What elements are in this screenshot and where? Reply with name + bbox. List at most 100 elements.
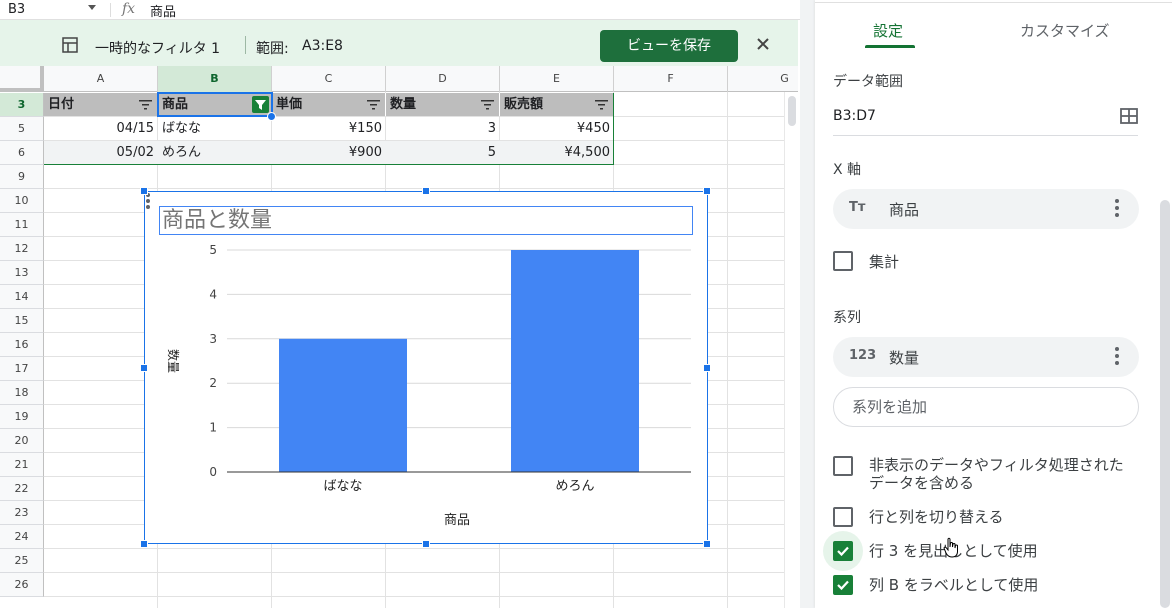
filter-range-border (613, 93, 614, 165)
more-options-icon[interactable] (1115, 347, 1119, 367)
row-header[interactable]: 6 (0, 141, 44, 165)
x-axis-field[interactable]: Tт 商品 (833, 189, 1139, 229)
row-header[interactable]: 21 (0, 453, 44, 477)
text-type-icon: Tт (849, 200, 866, 215)
filter-icon[interactable] (595, 99, 608, 110)
fx-icon: fx (122, 1, 136, 17)
header-cell-quantity[interactable]: 数量 (386, 93, 500, 116)
scrollbar-thumb[interactable] (788, 96, 796, 126)
table-cell[interactable]: 05/02 (44, 141, 158, 164)
table-cell[interactable]: ばなな (158, 117, 272, 140)
series-field[interactable]: 123 数量 (833, 337, 1139, 377)
row-header[interactable]: 13 (0, 261, 44, 285)
row-header[interactable]: 15 (0, 309, 44, 333)
resize-handle[interactable] (422, 540, 430, 548)
tab-customize[interactable]: カスタマイズ (1020, 20, 1110, 46)
resize-handle[interactable] (140, 540, 148, 548)
column-header-e[interactable]: E (500, 66, 614, 92)
row-header[interactable]: 19 (0, 405, 44, 429)
resize-handle[interactable] (140, 187, 148, 195)
resize-handle[interactable] (422, 187, 430, 195)
data-range-field[interactable]: B3:D7 (833, 100, 1138, 136)
row-header[interactable]: 12 (0, 237, 44, 261)
header-cell-date[interactable]: 日付 (44, 93, 158, 116)
row-header[interactable]: 16 (0, 333, 44, 357)
series-value: 数量 (889, 349, 920, 367)
divider (815, 0, 1172, 3)
spreadsheet-window: B3 fx 商品 一時的なフィルタ 1 範囲: A3:E8 ビューを保存 A B… (0, 0, 1172, 608)
header-cell-price[interactable]: 単価 (272, 93, 386, 116)
row-header[interactable]: 26 (0, 573, 44, 597)
formula-input[interactable]: 商品 (150, 1, 176, 20)
more-options-icon[interactable] (1115, 199, 1119, 219)
table-cell[interactable]: 3 (386, 117, 500, 140)
filter-view-bar: 一時的なフィルタ 1 範囲: A3:E8 ビューを保存 (0, 20, 798, 66)
column-header-b[interactable]: B (158, 66, 272, 92)
bar (279, 338, 407, 472)
chart[interactable]: 商品と数量 0 1 2 3 4 5 ばなな めろん 商品 数量 (144, 191, 708, 544)
tab-indicator (865, 45, 915, 48)
filter-icon[interactable] (139, 99, 152, 110)
row-header[interactable]: 22 (0, 477, 44, 501)
table-cell[interactable]: 04/15 (44, 117, 158, 140)
column-header-d[interactable]: D (386, 66, 500, 92)
gridline (44, 188, 784, 189)
include-hidden-checkbox[interactable] (833, 456, 853, 476)
column-header-c[interactable]: C (272, 66, 386, 92)
row-header[interactable]: 18 (0, 381, 44, 405)
switch-rows-columns-checkbox[interactable] (833, 507, 853, 527)
range-label: 範囲: (256, 41, 289, 57)
row-header[interactable]: 25 (0, 549, 44, 573)
filter-view-name[interactable]: 一時的なフィルタ 1 (95, 38, 220, 58)
gridline (44, 596, 784, 597)
select-all-corner[interactable] (0, 66, 44, 92)
chevron-down-icon[interactable] (88, 5, 96, 10)
table-cell[interactable]: めろん (158, 141, 272, 164)
filter-range[interactable]: A3:E8 (302, 38, 343, 54)
grid-scrollbar[interactable] (784, 92, 798, 608)
row-header[interactable]: 20 (0, 429, 44, 453)
resize-handle[interactable] (703, 540, 711, 548)
column-header-g[interactable]: G (728, 66, 798, 92)
name-box-value: B3 (8, 2, 26, 17)
column-header-f[interactable]: F (614, 66, 728, 92)
table-cell[interactable]: ¥4,500 (500, 141, 614, 164)
row-header[interactable]: 14 (0, 285, 44, 309)
header-cell-sales[interactable]: 販売額 (500, 93, 614, 116)
row-header[interactable]: 10 (0, 189, 44, 213)
name-box[interactable]: B3 (8, 1, 100, 19)
row-header[interactable]: 17 (0, 357, 44, 381)
resize-handle[interactable] (703, 187, 711, 195)
filter-icon[interactable] (367, 99, 380, 110)
save-view-button[interactable]: ビューを保存 (600, 30, 738, 62)
aggregate-checkbox[interactable] (833, 251, 853, 271)
panel-scrollbar[interactable] (1160, 200, 1170, 608)
table-cell[interactable]: 5 (386, 141, 500, 164)
data-range-label: データ範囲 (833, 74, 903, 90)
header-cell-label: 日付 (48, 97, 75, 112)
aggregate-label: 集計 (869, 253, 900, 271)
add-series-button[interactable]: 系列を追加 (833, 387, 1139, 427)
use-row-as-headers-checkbox[interactable] (833, 541, 853, 561)
select-range-icon[interactable] (1120, 108, 1138, 124)
column-headers: A B C D E F G (0, 66, 798, 92)
row-header[interactable]: 3 (0, 93, 44, 117)
table-cell[interactable]: ¥900 (272, 141, 386, 164)
row-header[interactable]: 11 (0, 213, 44, 237)
resize-handle[interactable] (140, 364, 148, 372)
resize-handle[interactable] (703, 364, 711, 372)
table-cell[interactable]: ¥450 (500, 117, 614, 140)
x-tick-label: ばなな (323, 479, 362, 494)
row-header[interactable]: 5 (0, 117, 44, 141)
table-cell[interactable]: ¥150 (272, 117, 386, 140)
column-header-a[interactable]: A (44, 66, 158, 92)
y-tick-label: 2 (209, 376, 217, 390)
tab-setup[interactable]: 設定 (873, 20, 903, 46)
close-icon[interactable] (754, 35, 772, 53)
use-column-as-labels-checkbox[interactable] (833, 575, 853, 595)
fill-handle[interactable] (267, 112, 276, 121)
filter-icon[interactable] (481, 99, 494, 110)
row-header[interactable]: 9 (0, 165, 44, 189)
row-header[interactable]: 23 (0, 501, 44, 525)
row-header[interactable]: 24 (0, 525, 44, 549)
